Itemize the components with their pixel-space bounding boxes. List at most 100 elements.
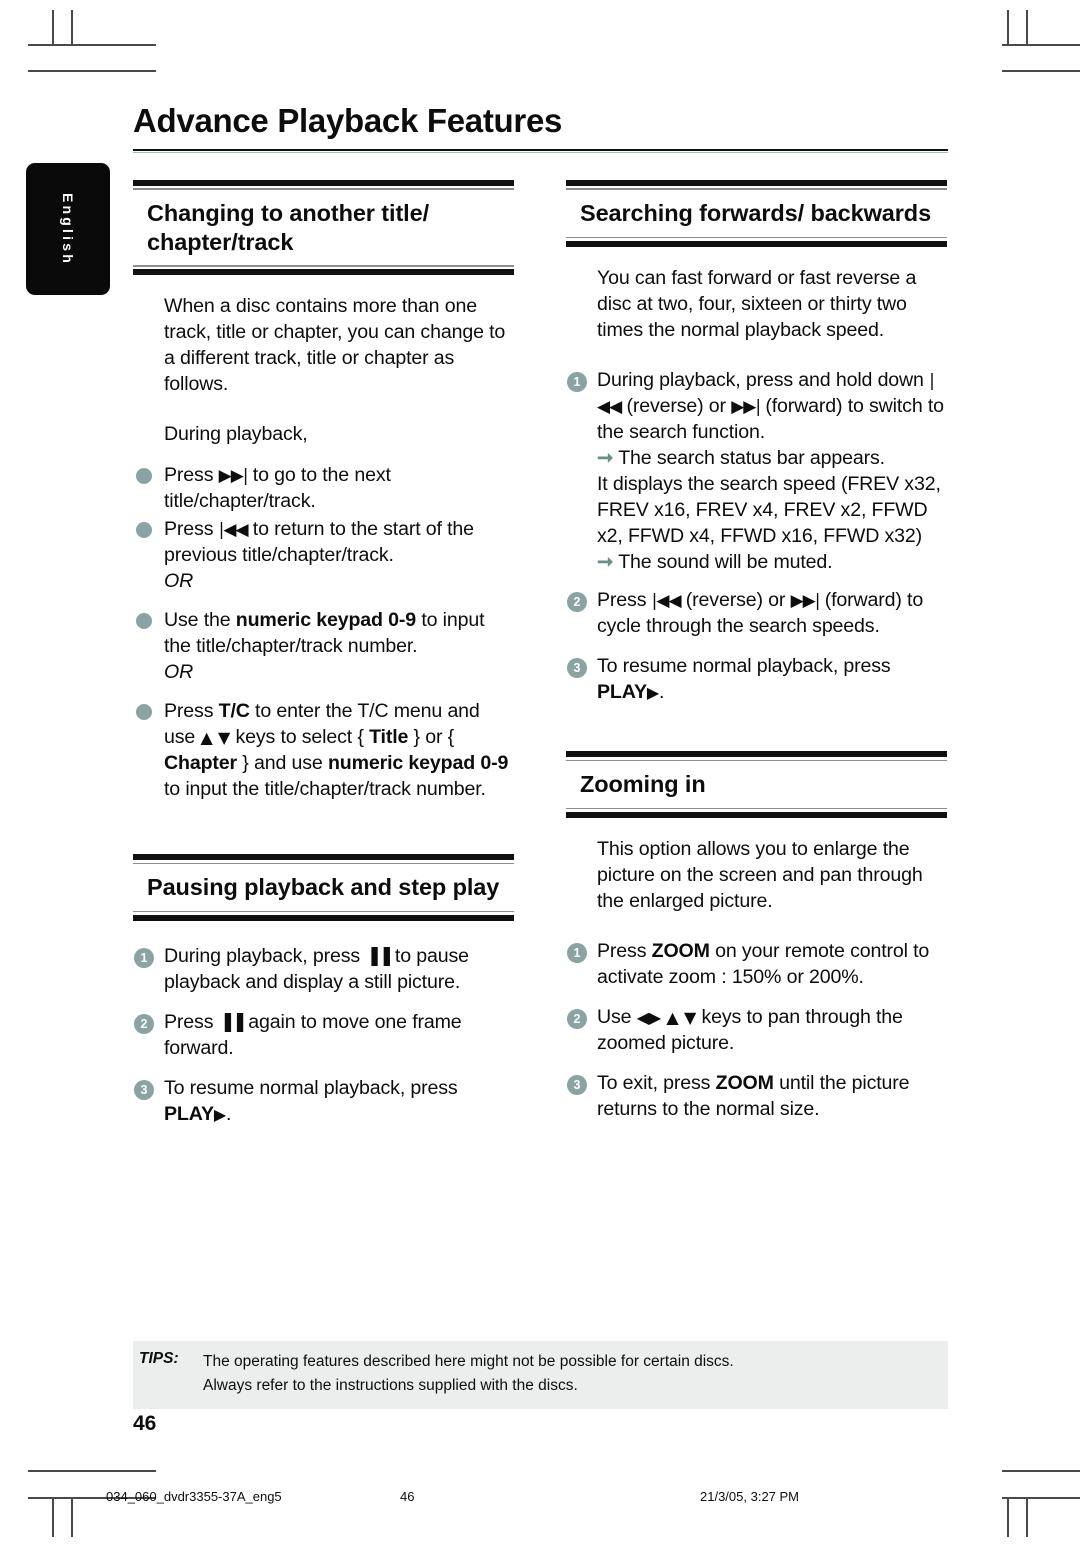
step-text: Press ZOOM on your remote control to act…	[597, 938, 947, 990]
right-column: Searching forwards/ backwards You can fa…	[566, 179, 947, 1127]
section-heading: Searching forwards/ backwards	[580, 199, 932, 226]
step-number: 3	[567, 658, 587, 679]
text-fragment: Press	[597, 940, 652, 963]
step-number: 1	[134, 947, 154, 968]
crop-mark-tl-h2	[28, 70, 156, 72]
section-rule-top	[566, 179, 947, 190]
text-fragment: Press	[164, 699, 219, 722]
step-number: 1	[567, 371, 587, 392]
or-separator: OR	[164, 660, 194, 683]
section-heading: Zooming in	[580, 771, 706, 798]
play-icon: ▶	[213, 1104, 227, 1124]
language-tab: English	[26, 163, 110, 295]
section-searching: Searching forwards/ backwards You can fa…	[566, 179, 947, 705]
zoom-button-label: ZOOM	[715, 1072, 774, 1095]
text-fragment: .	[659, 681, 665, 704]
crop-mark-bl-v1	[52, 1497, 54, 1537]
section-changing-title: Changing to another title/ chapter/track…	[133, 179, 514, 802]
or-separator: OR	[164, 569, 194, 592]
crop-mark-br-v1	[1007, 1497, 1009, 1537]
text-fragment: Press	[164, 517, 219, 540]
text-fragment: The sound will be muted.	[618, 551, 833, 574]
step-result-detail: It displays the search speed (FREV x32, …	[597, 472, 941, 548]
tips-line: The operating features described here mi…	[203, 1353, 734, 1370]
menu-option-title: Title	[369, 725, 409, 748]
crop-mark-br-h1	[1002, 1470, 1080, 1472]
page-title: Advance Playback Features	[133, 102, 563, 139]
bullet-icon	[136, 467, 152, 484]
text-fragment: } and use	[236, 751, 328, 774]
step-text: To exit, press ZOOM until the picture re…	[597, 1070, 947, 1122]
section-heading: Pausing playback and step play	[147, 874, 500, 901]
step-text: Press |◀◀ (reverse) or ▶▶| (forward) to …	[597, 587, 947, 639]
section-rule-top	[566, 751, 947, 762]
list-item: Press |◀◀ to return to the start of the …	[133, 516, 514, 594]
text-fragment: During playback, press and hold down	[597, 368, 930, 391]
play-button-label: PLAY	[164, 1102, 214, 1125]
step-text: Press ▐▐ again to move one frame forward…	[164, 1009, 514, 1061]
crop-mark-tr-h1	[1002, 44, 1080, 46]
menu-option-chapter: Chapter	[164, 751, 237, 774]
text-fragment: To resume normal playback, press	[597, 655, 891, 678]
left-column: Changing to another title/ chapter/track…	[133, 179, 514, 1127]
text-fragment: (reverse) or	[680, 589, 791, 612]
numbered-step: 1 During playback, press ▐▐ to pause pla…	[133, 943, 514, 995]
step-text: During playback, press ▐▐ to pause playb…	[164, 943, 514, 995]
step-number: 3	[134, 1079, 154, 1100]
numbered-step: 2 Press ▐▐ again to move one frame forwa…	[133, 1009, 514, 1061]
text-fragment: Press	[597, 589, 652, 612]
step-result: ➞ The sound will be muted.	[597, 549, 947, 575]
list-item-text: Press |◀◀ to return to the start of the …	[164, 516, 514, 568]
text-fragment: to input the title/chapter/track number.	[164, 778, 486, 801]
section-intro: This option allows you to enlarge the pi…	[597, 837, 923, 913]
section-rule-bottom	[133, 910, 514, 921]
title-rule-accent	[133, 151, 948, 153]
prev-track-icon: |◀◀	[218, 519, 249, 540]
next-track-icon: ▶▶|	[218, 465, 249, 486]
numbered-step: 3 To exit, press ZOOM until the picture …	[566, 1070, 947, 1122]
bullet-icon	[136, 521, 152, 538]
crop-mark-tr-v1	[1007, 10, 1009, 44]
numbered-step: 3 To resume normal playback, press PLAY▶…	[566, 653, 947, 705]
crop-mark-br-v2	[1026, 1497, 1028, 1537]
tc-button-label: T/C	[218, 699, 250, 722]
title-rule	[133, 148, 948, 151]
crop-mark-tl-v1	[52, 10, 54, 44]
tips-label: TIPS:	[139, 1350, 179, 1367]
text-fragment: .	[226, 1102, 232, 1125]
numbered-step: 1 During playback, press and hold down |…	[566, 367, 947, 575]
footer-page: 46	[400, 1489, 415, 1504]
bullet-icon	[136, 612, 152, 629]
arrow-icon: ➞	[597, 551, 614, 574]
list-item: Use the numeric keypad 0-9 to input the …	[133, 607, 514, 685]
prev-track-icon: |◀◀	[651, 591, 682, 612]
text-fragment: Use	[597, 1006, 637, 1029]
list-item-text: Press ▶▶| to go to the next title/chapte…	[164, 462, 514, 514]
pause-icon: ▐▐	[218, 1012, 243, 1032]
step-text: During playback, press and hold down |◀◀…	[597, 367, 947, 445]
text-fragment: To exit, press	[597, 1072, 716, 1095]
tips-box: TIPS: The operating features described h…	[133, 1341, 948, 1409]
section-rule-bottom	[133, 265, 514, 276]
play-icon: ▶	[646, 683, 660, 703]
text-fragment: Use the	[164, 608, 236, 631]
crop-mark-bl-h1	[28, 1470, 156, 1472]
numbered-step: 1 Press ZOOM on your remote control to a…	[566, 938, 947, 990]
keypad-label: numeric keypad 0-9	[327, 751, 509, 774]
section-rule-bottom	[566, 807, 947, 818]
section-heading: Changing to another title/ chapter/track	[147, 199, 429, 255]
step-number: 2	[567, 592, 587, 613]
section-intro: When a disc contains more than one track…	[164, 295, 506, 396]
text-fragment: (reverse) or	[621, 394, 732, 417]
section-rule-bottom	[566, 236, 947, 247]
section-zooming-in: Zooming in This option allows you to enl…	[566, 751, 947, 1122]
step-number: 3	[567, 1075, 587, 1096]
tips-line: Always refer to the instructions supplie…	[203, 1377, 578, 1395]
keypad-label: numeric keypad 0-9	[235, 608, 417, 631]
step-result: ➞ The search status bar appears.	[597, 445, 947, 471]
pause-icon: ▐▐	[365, 946, 390, 966]
direction-keys-icon: ◀▶ ▲ ▼	[636, 1008, 697, 1028]
step-text: To resume normal playback, press PLAY▶.	[597, 653, 947, 705]
list-item: Press ▶▶| to go to the next title/chapte…	[133, 462, 514, 514]
numbered-step: 2 Press |◀◀ (reverse) or ▶▶| (forward) t…	[566, 587, 947, 639]
